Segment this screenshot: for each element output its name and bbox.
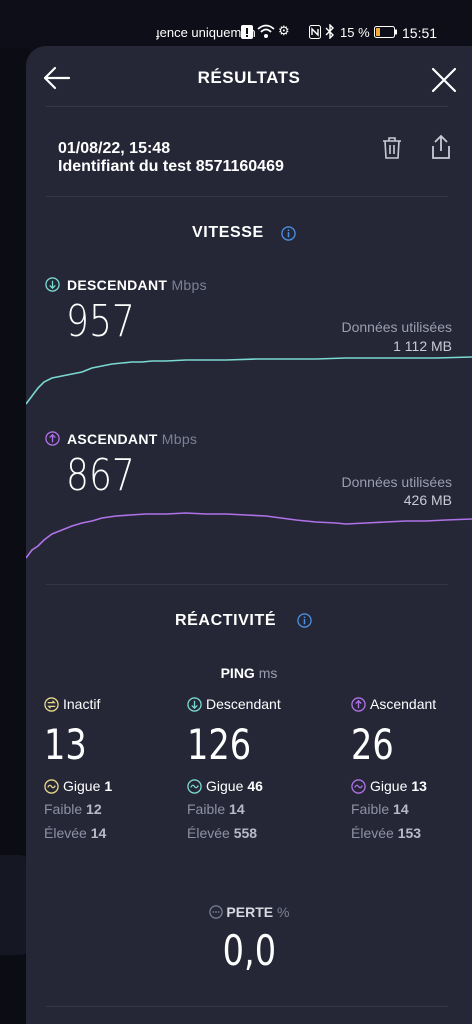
divider bbox=[46, 196, 448, 197]
upload-speed: 867 bbox=[66, 450, 135, 501]
battery-percent: 15 % bbox=[340, 25, 370, 40]
page-title: RÉSULTATS bbox=[197, 68, 301, 87]
low-label: Faible bbox=[187, 801, 226, 817]
divider bbox=[46, 584, 448, 585]
jitter-label: Gigue bbox=[370, 778, 408, 794]
low-label: Faible bbox=[44, 801, 83, 817]
idle-icon bbox=[44, 696, 59, 712]
high-label: Élevée bbox=[44, 825, 87, 841]
loss-icon bbox=[208, 905, 223, 919]
bluetooth-icon bbox=[325, 24, 334, 39]
upload-data-used-label: Données utilisées bbox=[341, 474, 452, 490]
download-speed: 957 bbox=[66, 296, 135, 347]
jitter-icon bbox=[351, 778, 366, 794]
status-bar: ɟence uniquemen ⚙ 15 % 15:51 bbox=[0, 0, 472, 48]
download-data-used-label: Données utilisées bbox=[341, 319, 452, 335]
idle-low-value: 12 bbox=[86, 801, 102, 817]
wifi-icon bbox=[257, 24, 275, 38]
download-ping-value: 126 bbox=[187, 720, 252, 769]
divider bbox=[46, 106, 448, 107]
upload-ping-value: 26 bbox=[351, 720, 394, 769]
download-ping-label: Descendant bbox=[206, 696, 281, 712]
close-icon[interactable] bbox=[430, 66, 458, 94]
idle-jitter-value: 1 bbox=[104, 778, 113, 794]
packet-loss-label: PERTE % bbox=[26, 904, 472, 920]
upload-graph bbox=[26, 512, 472, 559]
ping-column-upload: Ascendant 26 Gigue 13 Faible 14 Élevée 1… bbox=[351, 694, 469, 844]
idle-label: Inactif bbox=[63, 696, 101, 712]
upload-high-value: 153 bbox=[397, 825, 422, 841]
settings-icon: ⚙ bbox=[278, 23, 290, 38]
jitter-label: Gigue bbox=[63, 778, 101, 794]
ping-label: PING bbox=[220, 665, 255, 681]
upload-ping-label: Ascendant bbox=[370, 696, 437, 712]
download-high-value: 558 bbox=[233, 825, 258, 841]
loss-label: PERTE bbox=[226, 904, 274, 920]
divider bbox=[46, 1006, 448, 1007]
upload-label-text: ASCENDANT bbox=[67, 431, 158, 447]
download-jitter-value: 46 bbox=[247, 778, 263, 794]
upload-icon bbox=[45, 431, 60, 446]
loss-unit: % bbox=[277, 904, 290, 920]
upload-label: ASCENDANT Mbps bbox=[67, 431, 197, 447]
responsiveness-section-title: RÉACTIVITÉ bbox=[175, 612, 277, 629]
jitter-icon bbox=[44, 778, 59, 794]
low-label: Faible bbox=[351, 801, 390, 817]
download-low-value: 14 bbox=[229, 801, 245, 817]
download-unit: Mbps bbox=[171, 277, 207, 293]
speed-section-title: VITESSE bbox=[192, 224, 264, 241]
clock: 15:51 bbox=[402, 25, 438, 41]
test-date: 01/08/22, 15:48 bbox=[58, 140, 171, 157]
download-icon bbox=[187, 696, 202, 712]
results-sheet: RÉSULTATS 01/08/22, 15:48 Identifiant du… bbox=[26, 46, 472, 1024]
trash-icon[interactable] bbox=[380, 136, 404, 160]
share-icon[interactable] bbox=[429, 134, 453, 160]
download-label-text: DESCENDANT bbox=[67, 277, 168, 293]
battery-icon bbox=[374, 26, 397, 38]
download-graph bbox=[26, 356, 472, 405]
alert-icon bbox=[241, 25, 253, 39]
jitter-icon bbox=[187, 778, 202, 794]
ping-column-idle: Inactif 13 Gigue 1 Faible 12 Élevée 14 bbox=[44, 694, 174, 844]
info-icon[interactable] bbox=[281, 226, 296, 241]
download-icon bbox=[45, 277, 60, 292]
nfc-icon bbox=[309, 25, 321, 39]
upload-low-value: 14 bbox=[393, 801, 409, 817]
upload-unit: Mbps bbox=[161, 431, 198, 447]
download-label: DESCENDANT Mbps bbox=[67, 277, 207, 293]
high-label: Élevée bbox=[351, 825, 394, 841]
upload-jitter-value: 13 bbox=[411, 778, 427, 794]
ping-column-download: Descendant 126 Gigue 46 Faible 14 Élevée… bbox=[187, 694, 317, 844]
upload-icon bbox=[351, 696, 366, 712]
info-icon[interactable] bbox=[297, 613, 312, 628]
high-label: Élevée bbox=[187, 825, 230, 841]
idle-ping-value: 13 bbox=[44, 720, 87, 769]
jitter-label: Gigue bbox=[206, 778, 244, 794]
packet-loss-value: 0,0 bbox=[26, 930, 472, 972]
test-id: Identifiant du test 8571160469 bbox=[58, 158, 284, 175]
idle-high-value: 14 bbox=[90, 825, 107, 841]
ping-unit: ms bbox=[258, 665, 278, 681]
ping-title: PING ms bbox=[26, 665, 472, 681]
loss-value: 0,0 bbox=[222, 926, 276, 975]
